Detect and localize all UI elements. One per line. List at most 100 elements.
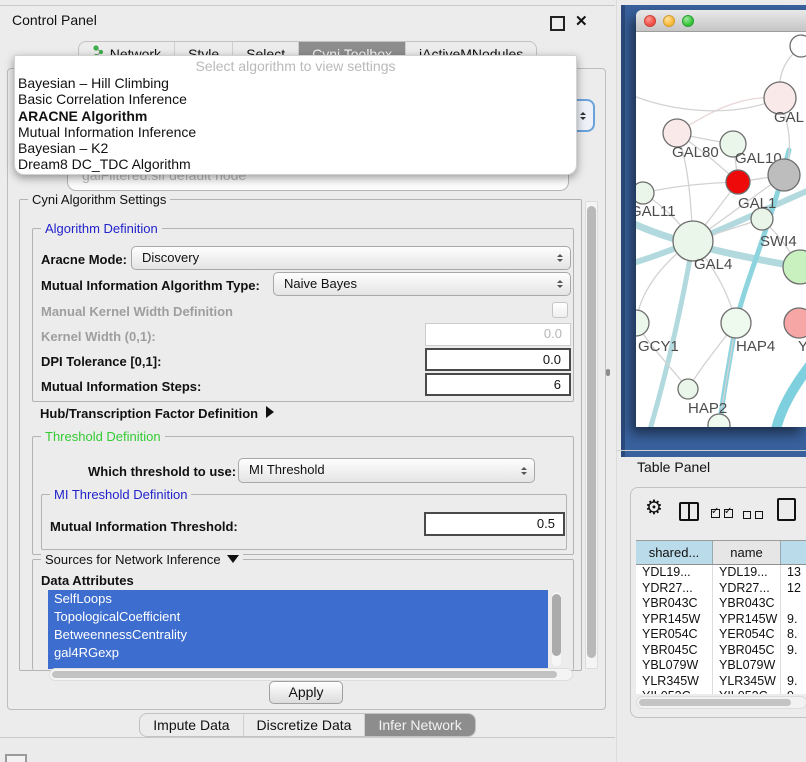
focused-combo-edge[interactable] <box>576 99 595 132</box>
attribute-item[interactable]: TopologicalCoefficient <box>48 608 548 626</box>
hub-definition-expander[interactable]: Hub/Transcription Factor Definition <box>40 406 274 421</box>
algorithm-option[interactable]: Bayesian – K2 <box>15 140 576 156</box>
table-horizontal-scrollbar[interactable] <box>636 696 806 709</box>
network-node[interactable] <box>784 308 806 338</box>
network-node[interactable] <box>636 310 649 336</box>
table-cell[interactable]: YBR043C <box>713 596 781 612</box>
table-row[interactable]: YBR045CYBR045C9. <box>636 643 806 659</box>
table-cell[interactable]: 9. <box>781 612 806 628</box>
table-row[interactable]: YER054CYER054C8. <box>636 627 806 643</box>
algorithm-option[interactable]: Bayesian – Hill Climbing <box>15 75 576 91</box>
table-body: YDL19...YDL19...13YDR27...YDR27...12YBR0… <box>636 565 806 694</box>
float-window-icon[interactable] <box>550 16 565 31</box>
network-node[interactable] <box>783 250 806 284</box>
table-cell[interactable]: YPR145W <box>713 612 781 628</box>
table-cell[interactable]: YDL19... <box>713 565 781 581</box>
minimize-traffic-light-icon[interactable] <box>663 15 675 27</box>
algorithm-dropdown-placeholder: Select algorithm to view settings <box>15 56 576 75</box>
table-cell[interactable] <box>781 658 806 674</box>
zoom-traffic-light-icon[interactable] <box>682 15 694 27</box>
mi-threshold-field[interactable]: 0.5 <box>424 512 565 536</box>
table-settings-gear-icon[interactable] <box>645 496 663 520</box>
export-table-icon[interactable] <box>777 498 796 521</box>
data-attributes-list[interactable]: SelfLoopsTopologicalCoefficientBetweenne… <box>48 590 548 669</box>
table-cell[interactable]: YBR045C <box>636 643 713 659</box>
splitter-handle[interactable] <box>606 369 610 376</box>
tab-impute-data[interactable]: Impute Data <box>140 714 243 736</box>
table-cell[interactable]: YPR145W <box>636 612 713 628</box>
settings-horizontal-scrollbar[interactable] <box>49 668 573 681</box>
mi-steps-field[interactable]: 6 <box>425 373 571 396</box>
table-cell[interactable]: 8. <box>781 627 806 643</box>
table-cell[interactable]: YIL052C <box>713 689 781 694</box>
table-cell[interactable]: 9. <box>781 674 806 690</box>
select-all-columns-icon[interactable] <box>711 505 737 523</box>
table-cell[interactable]: YLR345W <box>713 674 781 690</box>
table-cell[interactable] <box>781 596 806 612</box>
table-row[interactable]: YBR043CYBR043C <box>636 596 806 612</box>
network-node[interactable] <box>790 35 806 57</box>
network-canvas[interactable]: GALGAL80GAL10GAL1GAL11GAL4SWI4GCY1HAP4YH… <box>636 33 806 427</box>
sources-group-title[interactable]: Sources for Network Inference <box>41 552 243 567</box>
table-row[interactable]: YDL19...YDL19...13 <box>636 565 806 581</box>
algorithm-option[interactable]: Dream8 DC_TDC Algorithm <box>15 156 576 172</box>
network-window-titlebar[interactable] <box>636 10 806 32</box>
tab-infer-network[interactable]: Infer Network <box>365 714 474 736</box>
network-node[interactable] <box>673 221 713 261</box>
table-cell[interactable]: YER054C <box>713 627 781 643</box>
algorithm-option[interactable]: Basic Correlation Inference <box>15 91 576 107</box>
dpi-tolerance-field[interactable]: 0.0 <box>425 348 571 371</box>
table-row[interactable]: YDR27...YDR27...12 <box>636 581 806 597</box>
network-node[interactable] <box>768 159 800 191</box>
table-cell[interactable]: 9. <box>781 643 806 659</box>
spinner-arrows-icon <box>557 277 563 291</box>
table-cell[interactable]: YIL052C <box>636 689 713 694</box>
table-row[interactable]: YBL079WYBL079W <box>636 658 806 674</box>
spinner-arrows-icon <box>580 109 586 123</box>
table-cell[interactable]: YDL19... <box>636 565 713 581</box>
network-node[interactable] <box>663 119 691 147</box>
network-node-label: Y <box>798 338 806 355</box>
aracne-mode-select[interactable]: Discovery <box>131 246 571 270</box>
network-node[interactable] <box>726 170 750 194</box>
close-traffic-light-icon[interactable] <box>644 15 656 27</box>
table-cell[interactable]: YDR27... <box>713 581 781 597</box>
close-icon[interactable] <box>575 12 589 28</box>
collapsed-panel-icon[interactable] <box>5 754 27 762</box>
kernel-width-field[interactable]: 0.0 <box>425 323 571 346</box>
column-header-shared-name[interactable]: shared... <box>636 541 713 564</box>
show-columns-icon[interactable] <box>679 502 699 521</box>
table-row[interactable]: YPR145WYPR145W9. <box>636 612 806 628</box>
table-cell[interactable]: 13 <box>781 565 806 581</box>
table-cell[interactable]: YER054C <box>636 627 713 643</box>
deselect-all-columns-icon[interactable] <box>743 506 767 524</box>
cyni-bottom-tabbar: Impute Data Discretize Data Infer Networ… <box>0 713 615 737</box>
table-cell[interactable]: YDR27... <box>636 581 713 597</box>
algorithm-option[interactable]: Mutual Information Inference <box>15 124 576 140</box>
algorithm-option[interactable]: ARACNE Algorithm <box>15 108 576 124</box>
manual-kernel-checkbox[interactable] <box>552 302 568 318</box>
network-node[interactable] <box>636 182 654 204</box>
table-cell[interactable]: YBR045C <box>713 643 781 659</box>
attributes-scrollbar[interactable] <box>552 592 561 666</box>
table-cell[interactable]: 9. <box>781 689 806 694</box>
attribute-item[interactable]: gal4RGexp <box>48 644 548 662</box>
column-header-partial[interactable] <box>781 541 806 564</box>
column-header-name[interactable]: name <box>713 541 781 564</box>
attribute-item[interactable]: SelfLoops <box>48 590 548 608</box>
table-cell[interactable]: 12 <box>781 581 806 597</box>
table-cell[interactable]: YBL079W <box>713 658 781 674</box>
table-cell[interactable]: YLR345W <box>636 674 713 690</box>
which-threshold-select[interactable]: MI Threshold <box>238 458 535 483</box>
tab-discretize-data[interactable]: Discretize Data <box>244 714 366 736</box>
mi-type-select[interactable]: Naive Bayes <box>273 272 571 296</box>
apply-button[interactable]: Apply <box>269 681 343 704</box>
table-row[interactable]: YIL052CYIL052C9. <box>636 689 806 694</box>
table-cell[interactable]: YBR043C <box>636 596 713 612</box>
settings-vertical-scrollbar[interactable] <box>585 201 598 669</box>
attribute-item[interactable]: BetweennessCentrality <box>48 626 548 644</box>
network-node[interactable] <box>678 379 698 399</box>
table-row[interactable]: YLR345WYLR345W9. <box>636 674 806 690</box>
table-cell[interactable]: YBL079W <box>636 658 713 674</box>
network-node[interactable] <box>721 308 751 338</box>
